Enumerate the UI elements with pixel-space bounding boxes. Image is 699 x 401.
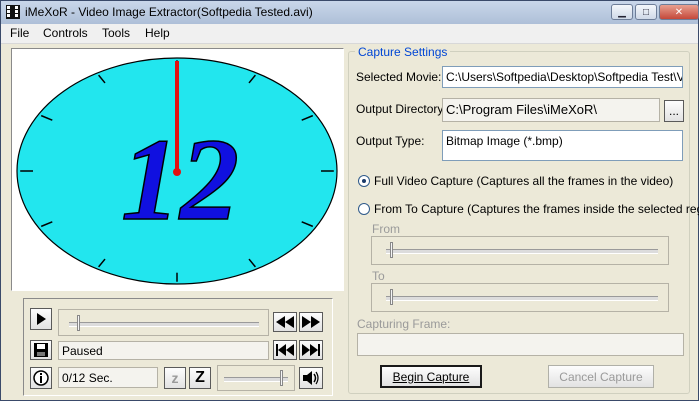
skip-start-button[interactable]	[273, 340, 297, 360]
minimize-button[interactable]: ▁	[611, 4, 633, 20]
output-type-label: Output Type:	[356, 134, 425, 148]
video-frame: 12	[16, 57, 338, 285]
menu-bar: File Controls Tools Help	[1, 24, 698, 44]
browse-button[interactable]: ...	[664, 100, 684, 122]
from-track[interactable]	[386, 249, 658, 254]
maximize-icon: □	[642, 6, 650, 18]
close-icon: ✕	[674, 6, 684, 18]
output-directory-field[interactable]: C:\Program Files\iMeXoR\	[442, 98, 660, 122]
from-label: From	[372, 222, 400, 236]
clock-hub	[173, 168, 181, 176]
play-button[interactable]	[30, 308, 52, 330]
from-thumb[interactable]	[390, 242, 393, 258]
menu-help[interactable]: Help	[145, 26, 170, 40]
film-strip-icon	[6, 5, 20, 19]
capturing-frame-label: Capturing Frame:	[357, 317, 451, 331]
menu-controls[interactable]: Controls	[43, 26, 88, 40]
full-capture-label[interactable]: Full Video Capture (Captures all the fra…	[374, 174, 673, 188]
clock-number: 12	[121, 114, 239, 245]
info-icon	[33, 370, 49, 386]
zoom-out-button[interactable]: z	[164, 367, 186, 389]
capture-settings-title: Capture Settings	[355, 45, 451, 59]
time-display: 0/12 Sec.	[58, 367, 158, 388]
playback-status: Paused	[58, 341, 269, 360]
title-bar[interactable]: iMeXoR - Video Image Extractor(Softpedia…	[1, 1, 699, 25]
rewind-button[interactable]	[273, 312, 297, 332]
volume-slider-box	[217, 365, 295, 391]
to-thumb[interactable]	[390, 289, 393, 305]
seek-slider-box	[58, 309, 269, 336]
maximize-button[interactable]: □	[635, 4, 657, 20]
volume-track[interactable]	[224, 377, 288, 382]
menu-file[interactable]: File	[10, 26, 29, 40]
volume-button[interactable]	[299, 367, 323, 389]
cancel-capture-button[interactable]: Cancel Capture	[548, 365, 654, 388]
fast-forward-button[interactable]	[299, 312, 323, 332]
skip-end-icon	[302, 344, 320, 356]
menu-tools[interactable]: Tools	[102, 26, 130, 40]
output-directory-label: Output Directory:	[356, 102, 447, 116]
output-type-field[interactable]: Bitmap Image (*.bmp)	[442, 130, 683, 161]
speaker-icon	[303, 371, 319, 385]
zoom-in-button[interactable]: Z	[189, 367, 211, 389]
selected-movie-field[interactable]: C:\Users\Softpedia\Desktop\Softpedia Tes…	[442, 66, 683, 88]
seek-thumb[interactable]	[77, 315, 80, 331]
to-label: To	[372, 269, 385, 283]
video-preview: 12	[11, 48, 344, 291]
skip-start-icon	[276, 344, 294, 356]
from-to-capture-radio[interactable]	[358, 203, 370, 215]
skip-end-button[interactable]	[299, 340, 323, 360]
rewind-icon	[276, 316, 294, 328]
fast-forward-icon	[302, 316, 320, 328]
app-window: iMeXoR - Video Image Extractor(Softpedia…	[0, 0, 699, 401]
begin-capture-button[interactable]: Begin Capture	[380, 365, 482, 388]
save-button[interactable]	[30, 340, 52, 360]
volume-thumb[interactable]	[280, 370, 283, 386]
to-track[interactable]	[386, 296, 658, 301]
selected-movie-label: Selected Movie:	[356, 70, 442, 84]
minimize-icon: ▁	[618, 6, 626, 18]
capturing-frame-field	[357, 333, 684, 356]
to-slider-box	[371, 283, 669, 312]
play-icon	[37, 313, 46, 325]
floppy-disk-icon	[34, 343, 48, 357]
full-capture-radio[interactable]	[358, 175, 370, 187]
info-button[interactable]: i	[30, 367, 52, 389]
from-slider-box	[371, 236, 669, 265]
begin-capture-label: Begin Capture	[392, 369, 470, 384]
window-title: iMeXoR - Video Image Extractor(Softpedia…	[25, 5, 313, 19]
close-button[interactable]: ✕	[659, 4, 699, 20]
from-to-capture-label[interactable]: From To Capture (Captures the frames ins…	[374, 202, 699, 216]
seek-track[interactable]	[69, 322, 259, 327]
